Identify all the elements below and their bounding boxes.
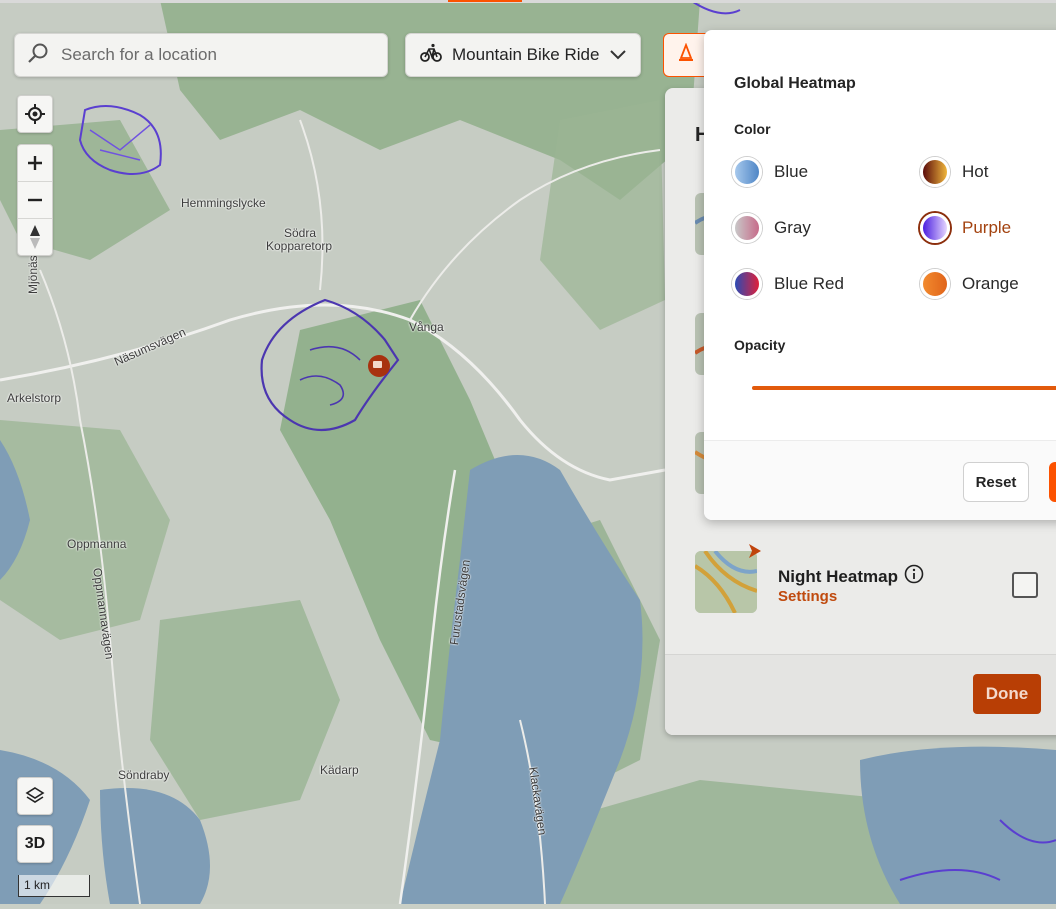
map-label: Kopparetorp — [266, 239, 333, 253]
map-label: Arkelstorp — [7, 391, 62, 405]
search-box[interactable] — [14, 33, 388, 77]
map-label: Söndraby — [118, 768, 170, 782]
locate-icon — [18, 96, 52, 132]
chevron-down-icon — [610, 45, 626, 65]
popover-title: Global Heatmap — [734, 75, 856, 92]
sport-type-label: Mountain Bike Ride — [452, 45, 600, 64]
map-label: Hemmingslycke — [181, 196, 266, 210]
color-swatch-selected — [920, 213, 950, 243]
night-heatmap-settings-link[interactable]: Settings — [778, 588, 837, 605]
3d-toggle-button[interactable]: 3D — [17, 825, 53, 863]
color-option-blue[interactable]: Blue — [732, 157, 808, 187]
night-heatmap-title: Night Heatmap — [778, 564, 924, 589]
color-option-label: Orange — [962, 274, 1019, 293]
zoom-controls — [17, 144, 53, 256]
done-button[interactable]: Done — [973, 674, 1041, 714]
zoom-in-button[interactable] — [18, 145, 52, 181]
color-option-gray[interactable]: Gray — [732, 213, 811, 243]
3d-label: 3D — [24, 835, 46, 852]
night-heatmap-checkbox[interactable] — [1012, 572, 1038, 598]
color-option-label: Gray — [774, 218, 811, 237]
color-swatch — [732, 157, 762, 187]
color-section-label: Color — [734, 121, 771, 137]
reset-button[interactable]: Reset — [963, 462, 1029, 502]
map-layers-button[interactable] — [17, 777, 53, 815]
plus-icon — [28, 156, 42, 170]
compass-button[interactable] — [18, 218, 52, 255]
color-swatch — [920, 269, 950, 299]
color-swatch — [732, 269, 762, 299]
color-option-label: Purple — [962, 218, 1012, 237]
opacity-section-label: Opacity — [734, 337, 786, 353]
map-label: Kädarp — [320, 763, 359, 777]
top-bar — [0, 0, 1056, 3]
layers-icon — [18, 778, 52, 814]
night-heatmap-label: Night Heatmap — [778, 566, 898, 586]
panel-footer: Done — [665, 654, 1056, 735]
color-swatch — [732, 213, 762, 243]
map-label: Södra — [284, 226, 317, 240]
map-label: Mjönäs — [26, 255, 40, 294]
active-tab-indicator — [448, 0, 522, 2]
sport-type-dropdown[interactable]: Mountain Bike Ride — [405, 33, 641, 77]
map-label: Vånga — [409, 320, 444, 334]
opacity-slider[interactable] — [752, 386, 1056, 390]
search-icon — [27, 42, 49, 69]
compass-icon — [30, 225, 40, 249]
popover-footer: Reset — [704, 440, 1056, 520]
map-label: Oppmanna — [67, 537, 127, 551]
map-scale: 1 km — [18, 875, 90, 897]
heatmap-cone-icon — [676, 41, 696, 68]
search-input[interactable] — [59, 44, 363, 66]
color-option-label: Blue Red — [774, 274, 844, 293]
info-icon[interactable] — [904, 564, 924, 589]
color-option-blue-red[interactable]: Blue Red — [732, 269, 844, 299]
color-option-hot[interactable]: Hot — [920, 157, 988, 187]
color-option-orange[interactable]: Orange — [920, 269, 1019, 299]
global-heatmap-popover: Global Heatmap Color Blue Hot Gray Purpl… — [704, 30, 1056, 520]
locate-button[interactable] — [17, 95, 53, 133]
zoom-out-button[interactable] — [18, 181, 52, 218]
apply-button[interactable] — [1049, 462, 1056, 502]
color-option-purple[interactable]: Purple — [920, 213, 1011, 243]
bike-icon — [420, 43, 442, 68]
minus-icon — [28, 198, 42, 202]
color-swatch — [920, 157, 950, 187]
color-option-label: Hot — [962, 162, 989, 181]
badge-chevron-icon — [747, 543, 763, 564]
color-option-label: Blue — [774, 162, 809, 181]
